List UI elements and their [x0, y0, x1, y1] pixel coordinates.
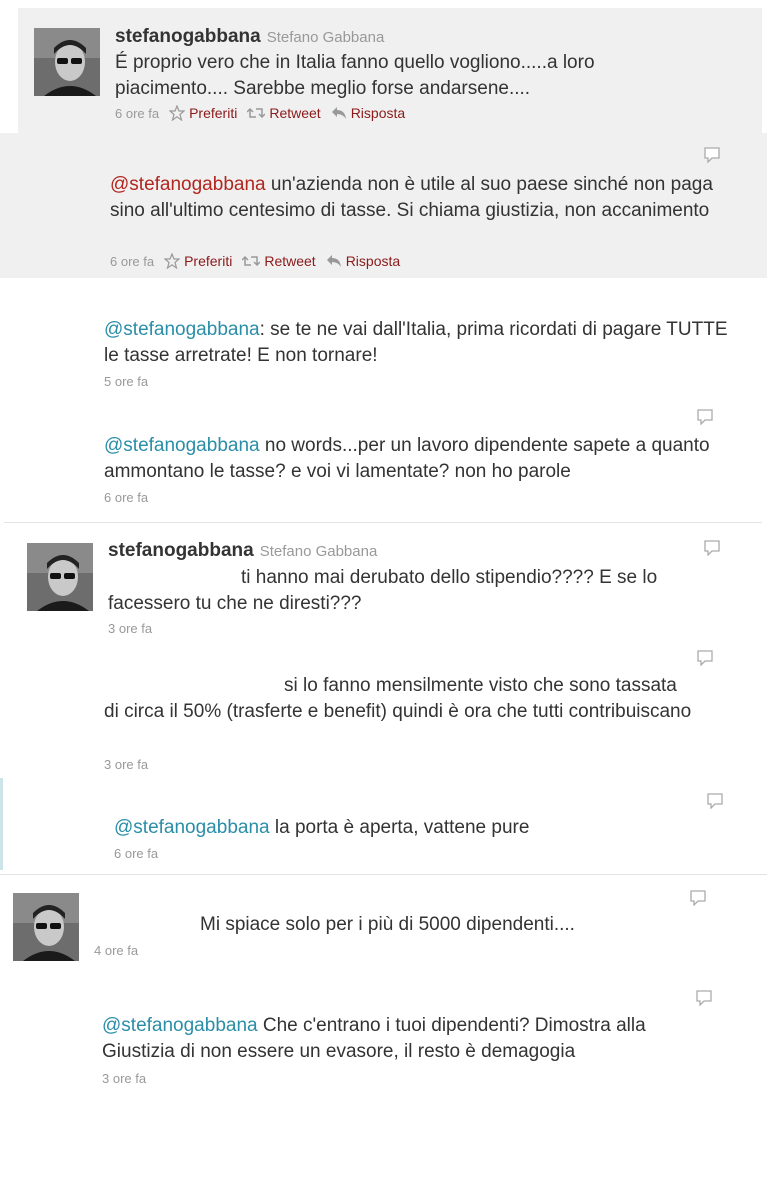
username[interactable]: stefanogabbana: [115, 26, 261, 47]
fullname[interactable]: Stefano Gabbana: [260, 543, 378, 560]
reply-meta: 3 ore fa: [104, 757, 148, 772]
reply-icon: [331, 107, 346, 119]
reply-label: Risposta: [350, 105, 406, 121]
timestamp[interactable]: 6 ore fa: [114, 846, 158, 861]
timestamp[interactable]: 4 ore fa: [94, 943, 138, 958]
reply-text-rest: di circa il 50% (trasferte e benefit) qu…: [104, 701, 692, 722]
mention-link[interactable]: @stefanogabbana: [104, 435, 260, 456]
tweet-text-line: ti hanno mai derubato dello stipendio???…: [241, 567, 658, 588]
reply-body: la porta è aperta, vattene pure: [269, 817, 530, 838]
timestamp[interactable]: 6 ore fa: [104, 490, 148, 505]
username[interactable]: stefanogabbana: [108, 540, 254, 561]
retweet-label: Retweet: [269, 105, 321, 121]
divider: [0, 874, 767, 875]
mention-link[interactable]: @stefanogabbana: [114, 817, 270, 838]
speech-bubble-icon[interactable]: [696, 409, 714, 425]
retweet-icon: [242, 255, 261, 267]
tweet-text-line: facessero tu che ne diresti???: [108, 593, 362, 614]
mention-link[interactable]: @stefanogabbana: [104, 319, 260, 340]
reply-text-line: si lo fanno mensilmente visto che sono t…: [284, 675, 677, 696]
reply-meta: 5 ore fa: [104, 374, 148, 389]
timestamp[interactable]: 3 ore fa: [102, 1071, 146, 1086]
tweet-text: É proprio vero che in Italia fanno quell…: [115, 52, 595, 99]
favorite-label: Preferiti: [189, 105, 238, 121]
reply-button[interactable]: Risposta: [326, 253, 400, 269]
reply-meta: 6 ore fa: [114, 846, 158, 861]
mention-link[interactable]: @stefanogabbana: [110, 174, 266, 195]
reply-icon: [326, 255, 341, 267]
thread-line: [0, 778, 3, 870]
retweet-label: Retweet: [264, 253, 316, 269]
speech-bubble-icon[interactable]: [695, 990, 713, 1006]
timestamp[interactable]: 6 ore fa: [115, 106, 159, 121]
reply-text: @stefanogabbana un'azienda non è utile a…: [110, 172, 740, 224]
fullname[interactable]: Stefano Gabbana: [267, 29, 385, 46]
tweet-text: Mi spiace solo per i più di 5000 dipende…: [200, 914, 575, 935]
reply-button[interactable]: Risposta: [331, 105, 405, 121]
speech-bubble-icon[interactable]: [706, 793, 724, 809]
retweet-button[interactable]: Retweet: [242, 253, 316, 269]
reply-text: @stefanogabbana: se te ne vai dall'Itali…: [104, 317, 744, 369]
retweet-button[interactable]: Retweet: [247, 105, 321, 121]
reply-text: @stefanogabbana no words...per un lavoro…: [104, 433, 724, 485]
timestamp[interactable]: 3 ore fa: [104, 757, 148, 772]
speech-bubble-icon[interactable]: [703, 540, 721, 556]
avatar[interactable]: [34, 28, 100, 96]
tweet-meta: 4 ore fa: [94, 943, 138, 958]
tweet-meta: 3 ore fa: [108, 621, 152, 636]
timestamp[interactable]: 6 ore fa: [110, 254, 154, 269]
divider: [4, 522, 762, 523]
avatar[interactable]: [13, 893, 79, 961]
speech-bubble-icon[interactable]: [689, 890, 707, 906]
favorite-button[interactable]: Preferiti: [169, 105, 237, 121]
reply-meta: 3 ore fa: [102, 1071, 146, 1086]
speech-bubble-icon[interactable]: [696, 650, 714, 666]
avatar[interactable]: [27, 543, 93, 611]
tweet-meta: 6 ore fa Preferiti Retweet Risposta: [115, 105, 405, 121]
reply-meta: 6 ore fa: [104, 490, 148, 505]
reply-text: @stefanogabbana la porta è aperta, vatte…: [114, 815, 529, 841]
reply-meta: 6 ore fa Preferiti Retweet Risposta: [110, 253, 400, 269]
tweet-header: stefanogabbana Stefano Gabbana: [115, 26, 384, 48]
speech-bubble-icon[interactable]: [703, 147, 721, 163]
star-icon: [169, 105, 186, 121]
retweet-icon: [247, 107, 266, 119]
star-icon: [164, 253, 181, 269]
favorite-button[interactable]: Preferiti: [164, 253, 232, 269]
reply-label: Risposta: [345, 253, 401, 269]
timestamp[interactable]: 3 ore fa: [108, 621, 152, 636]
mention-link[interactable]: @stefanogabbana: [102, 1015, 258, 1036]
reply-text: @stefanogabbana Che c'entrano i tuoi dip…: [102, 1013, 722, 1065]
tweet-header: stefanogabbana Stefano Gabbana: [108, 540, 377, 562]
timestamp[interactable]: 5 ore fa: [104, 374, 148, 389]
favorite-label: Preferiti: [184, 253, 233, 269]
